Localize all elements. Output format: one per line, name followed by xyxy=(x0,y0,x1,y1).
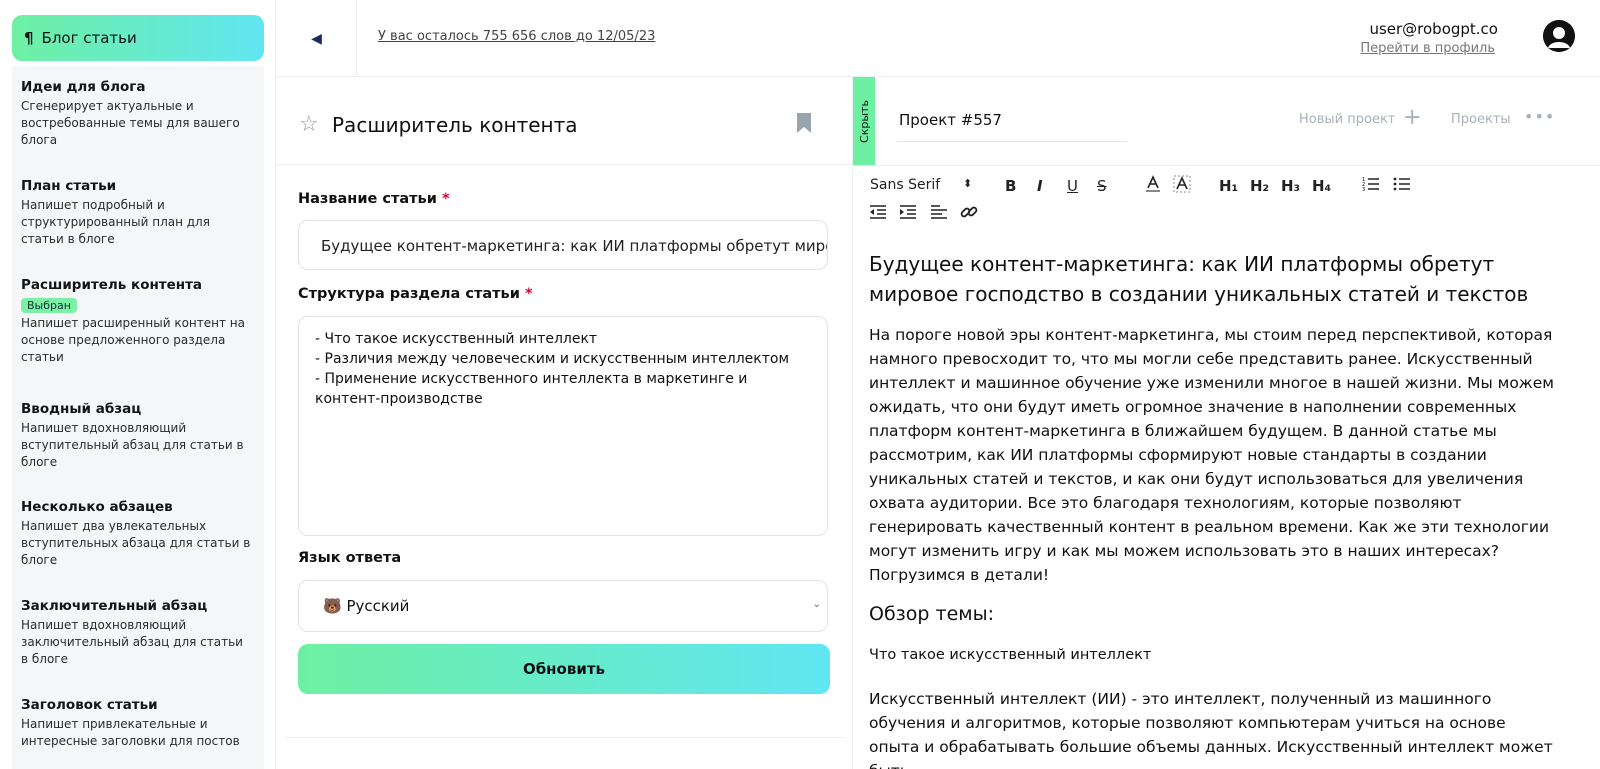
doc-title: Будущее контент-маркетинга: как ИИ платф… xyxy=(869,252,1529,306)
sidebar-category-blog-articles[interactable]: ¶ Блог статьи xyxy=(12,15,264,61)
new-project-button[interactable]: Новый проект xyxy=(1299,112,1395,127)
sidebar-item-title: План статьи xyxy=(21,178,117,194)
link-icon[interactable] xyxy=(960,203,978,225)
divider xyxy=(285,737,845,738)
required-mark: * xyxy=(524,286,533,302)
structure-line: - Что такое искусственный интеллект xyxy=(315,331,598,347)
sidebar-item-article-headline[interactable]: Заголовок статьи Напишет привлекательные… xyxy=(21,696,251,750)
user-email: user@robogpt.co xyxy=(1369,20,1498,38)
sidebar-item-desc: Напишет вдохновляющий вступительный абза… xyxy=(21,421,244,469)
profile-link[interactable]: Перейти в профиль xyxy=(1360,41,1495,56)
sidebar-item-desc: Сгенерирует актуальные и востребованные … xyxy=(21,99,240,147)
structure-line: - Различия между человеческим и искусств… xyxy=(315,351,790,367)
indent-icon[interactable] xyxy=(899,204,917,224)
sidebar-item-title: Заголовок статьи xyxy=(21,697,158,713)
triangle-left-icon: ◀ xyxy=(311,30,322,47)
sidebar-item-several-paragraphs[interactable]: Несколько абзацев Напишет два увлекатель… xyxy=(21,498,251,569)
sidebar-item-conclusion-paragraph[interactable]: Заключительный абзац Напишет вдохновляющ… xyxy=(21,597,251,668)
user-silhouette-icon xyxy=(1543,20,1575,52)
sidebar-item-desc: Напишет два увлекательных вступительных … xyxy=(21,519,251,567)
editor-toolbar: Sans Serif ⬍ B I U S H₁ H₂ H₃ H₄ 123 xyxy=(853,165,1600,227)
heading1-button[interactable]: H₁ xyxy=(1219,177,1238,195)
divider xyxy=(897,141,1127,142)
chevron-down-icon: ⌄ xyxy=(812,599,821,610)
language-label: Язык ответа xyxy=(298,550,402,566)
bullet-list-icon[interactable] xyxy=(1393,176,1411,196)
sidebar-item-desc: Напишет подробный и структурированный пл… xyxy=(21,198,210,246)
sidebar-item-intro-paragraph[interactable]: Вводный абзац Напишет вдохновляющий всту… xyxy=(21,400,251,471)
sidebar-item-content-expander[interactable]: Расширитель контента Выбран Напишет расш… xyxy=(21,276,251,366)
update-button[interactable]: Обновить xyxy=(298,644,830,694)
heading4-button[interactable]: H₄ xyxy=(1312,177,1331,195)
tool-header: ☆ Расширитель контента xyxy=(277,77,852,165)
article-title-label: Название статьи * xyxy=(298,191,450,207)
projects-link[interactable]: Проекты xyxy=(1451,112,1511,127)
pilcrow-icon: ¶ xyxy=(24,29,34,47)
hide-tab-label: Скрыть xyxy=(857,99,871,143)
doc-paragraph: Искусственный интеллект (ИИ) - это интел… xyxy=(869,690,1553,769)
updown-chevron-icon[interactable]: ⬍ xyxy=(963,177,972,190)
avatar[interactable] xyxy=(1543,20,1575,52)
article-title-label-text: Название статьи xyxy=(298,191,437,207)
hide-panel-tab[interactable]: Скрыть xyxy=(853,77,875,165)
doc-paragraph: На пороге новой эры контент-маркетинга, … xyxy=(869,326,1555,584)
sidebar-item-blog-ideas[interactable]: Идеи для блога Сгенерирует актуальные и … xyxy=(21,78,251,149)
doc-subheading: Что такое искусственный интеллект xyxy=(869,647,1152,663)
sidebar-category-label: Блог статьи xyxy=(41,29,137,47)
bookmark-icon[interactable] xyxy=(797,113,811,133)
highlight-color-icon[interactable] xyxy=(1173,175,1191,197)
font-select[interactable]: Sans Serif xyxy=(870,177,940,193)
structure-textarea[interactable]: - Что такое искусственный интеллект - Ра… xyxy=(298,316,828,536)
sidebar-item-title: Расширитель контента xyxy=(21,277,203,293)
star-icon[interactable]: ☆ xyxy=(299,112,319,137)
sidebar: ¶ Блог статьи Идеи для блога Сгенерирует… xyxy=(0,0,276,769)
text-color-icon[interactable] xyxy=(1144,175,1162,197)
words-remaining-link[interactable]: У вас осталось 755 656 слов до 12/05/23 xyxy=(378,29,655,44)
heading2-button[interactable]: H₂ xyxy=(1250,177,1269,195)
sidebar-item-desc: Напишет привлекательные и интересные заг… xyxy=(21,717,240,748)
article-title-input[interactable]: Будущее контент-маркетинга: как ИИ платф… xyxy=(298,220,828,270)
heading3-button[interactable]: H₃ xyxy=(1281,177,1300,195)
outdent-icon[interactable] xyxy=(869,204,887,224)
collapse-sidebar-button[interactable]: ◀ xyxy=(277,0,357,77)
sidebar-item-title: Вводный абзац xyxy=(21,401,142,417)
sidebar-item-desc: Напишет вдохновляющий заключительный абз… xyxy=(21,618,243,666)
required-mark: * xyxy=(441,191,450,207)
structure-label-text: Структура раздела статьи xyxy=(298,286,520,302)
project-name-input[interactable]: Проект #557 xyxy=(899,111,1002,129)
sidebar-item-title: Идеи для блога xyxy=(21,79,146,95)
selected-badge: Выбран xyxy=(21,298,77,313)
structure-label: Структура раздела статьи * xyxy=(298,286,533,302)
ordered-list-icon[interactable]: 123 xyxy=(1362,176,1380,196)
tool-form-panel: ☆ Расширитель контента Название статьи *… xyxy=(277,77,852,769)
top-bar: ◀ У вас осталось 755 656 слов до 12/05/2… xyxy=(277,0,1600,77)
strikethrough-button[interactable]: S xyxy=(1097,177,1107,195)
language-select[interactable]: 🐻 Русский ⌄ xyxy=(298,580,828,632)
sidebar-item-desc: Напишет расширенный контент на основе пр… xyxy=(21,316,245,364)
italic-button[interactable]: I xyxy=(1037,177,1043,195)
more-dots-icon[interactable]: ••• xyxy=(1524,107,1555,126)
language-selected-value: 🐻 Русский xyxy=(323,597,410,615)
sidebar-item-article-plan[interactable]: План статьи Напишет подробный и структур… xyxy=(21,177,251,248)
structure-line: - Применение искусственного интеллекта в… xyxy=(315,371,748,407)
plus-icon[interactable]: + xyxy=(1403,105,1421,130)
sidebar-item-title: Несколько абзацев xyxy=(21,499,173,515)
align-icon[interactable] xyxy=(930,204,948,224)
sidebar-item-title: Заключительный абзац xyxy=(21,598,208,614)
editor-panel: Скрыть Проект #557 Новый проект + Проект… xyxy=(852,77,1600,769)
svg-text:3: 3 xyxy=(1362,187,1365,192)
bold-button[interactable]: B xyxy=(1005,177,1016,195)
doc-heading: Обзор темы: xyxy=(869,603,994,625)
underline-button[interactable]: U xyxy=(1067,177,1078,195)
tool-title: Расширитель контента xyxy=(332,113,578,137)
editor-content[interactable]: Будущее контент-маркетинга: как ИИ платф… xyxy=(869,249,1559,769)
